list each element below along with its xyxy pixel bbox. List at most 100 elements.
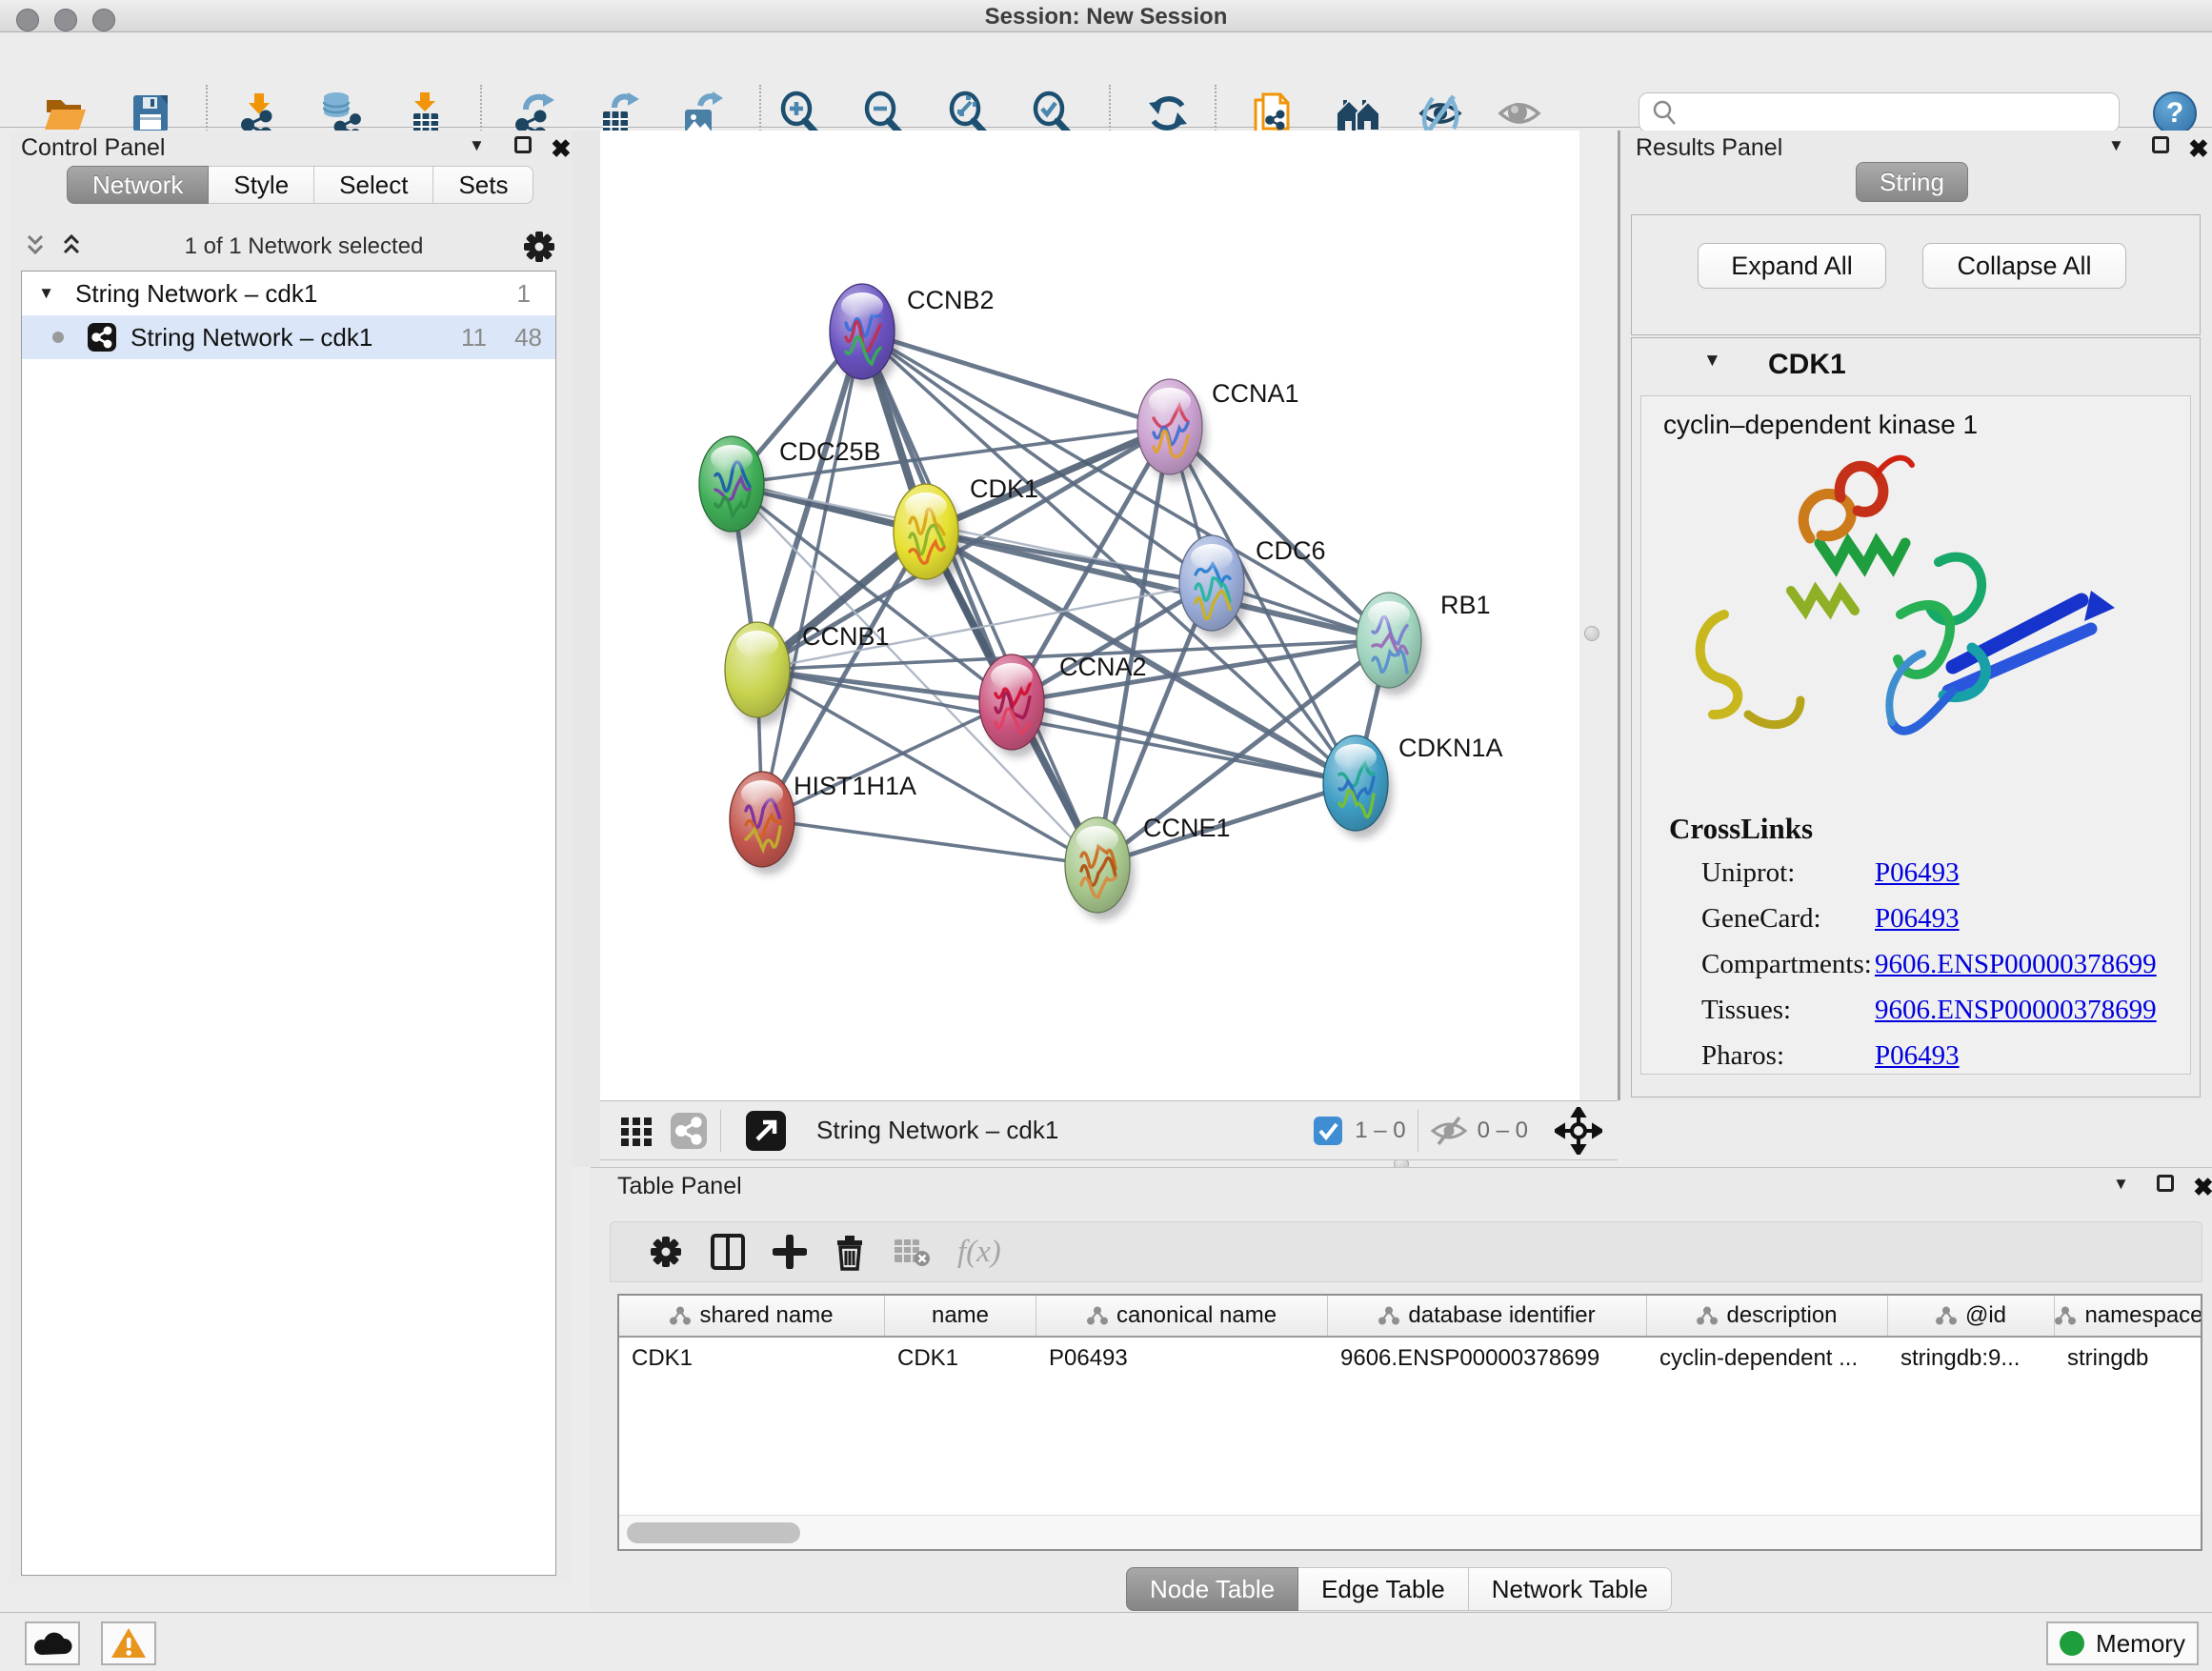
network-row-selected[interactable]: String Network – cdk1 11 48	[22, 315, 555, 359]
string-app-icon	[87, 322, 117, 352]
tab-network-table[interactable]: Network Table	[1469, 1567, 1672, 1611]
application-window: Session: New Session	[0, 0, 2212, 1671]
table-row[interactable]: CDK1CDK1P064939606.ENSP00000378699cyclin…	[619, 1338, 2201, 1379]
table-panel-title: Table Panel	[617, 1173, 742, 1200]
splitter-handle-icon[interactable]	[1584, 626, 1599, 641]
tab-string[interactable]: String	[1856, 162, 1968, 202]
network-collection-count: 1	[517, 279, 531, 309]
selected-checkbox-icon[interactable]	[1313, 1116, 1343, 1146]
crosslink-value-link[interactable]: 9606.ENSP00000378699	[1875, 949, 2157, 995]
node-label-CCNA2: CCNA2	[1059, 653, 1147, 681]
crosslink-value-link[interactable]: P06493	[1875, 903, 1960, 949]
horizontal-scrollbar[interactable]	[619, 1515, 2201, 1549]
tab-sets[interactable]: Sets	[433, 166, 533, 204]
tab-network[interactable]: Network	[67, 166, 209, 204]
results-panel-title: Results Panel	[1636, 134, 1782, 162]
function-builder-icon: f(x)	[957, 1235, 1001, 1270]
crosslink-label: Pharos:	[1701, 1040, 1875, 1086]
collapse-all-chevron-icon[interactable]	[21, 231, 50, 263]
network-node-HIST1H1A[interactable]	[730, 772, 799, 875]
node-label-CCNE1: CCNE1	[1143, 814, 1231, 842]
table-cell: CDK1	[619, 1338, 885, 1379]
network-canvas[interactable]: CCNB2CCNA1CDC25BCDK1CDC6RB1CCNB1CCNA2CDK…	[600, 131, 1579, 1100]
delete-trash-icon[interactable]	[834, 1233, 866, 1271]
network-row-label: String Network – cdk1	[131, 323, 461, 352]
network-node-CDKN1A[interactable]	[1323, 735, 1393, 838]
table-cell: stringdb:9...	[1888, 1338, 2055, 1379]
network-edge-count: 48	[487, 323, 542, 352]
network-node-CCNB2[interactable]	[830, 284, 899, 387]
crosslink-value-link[interactable]: 9606.ENSP00000378699	[1875, 995, 2157, 1040]
left-splitter[interactable]	[572, 131, 600, 1167]
panel-menu-icon[interactable]: ▼	[2113, 1175, 2129, 1194]
crosslink-value-link[interactable]: P06493	[1875, 1040, 1960, 1086]
warning-button[interactable]	[101, 1621, 156, 1665]
column-header-namespace[interactable]: namespace	[2055, 1296, 2202, 1336]
node-label-HIST1H1A: HIST1H1A	[794, 772, 916, 800]
tab-style[interactable]: Style	[209, 166, 314, 204]
add-column-icon[interactable]	[710, 1233, 746, 1271]
search-icon	[1651, 98, 1679, 127]
share-view-icon[interactable]	[669, 1111, 709, 1151]
memory-button[interactable]: Memory	[2046, 1621, 2199, 1665]
tab-node-table[interactable]: Node Table	[1126, 1567, 1298, 1611]
warning-icon	[110, 1626, 148, 1661]
collapse-all-button[interactable]: Collapse All	[1922, 243, 2126, 289]
open-in-new-window-icon[interactable]	[744, 1109, 788, 1153]
network-tree: ▼ String Network – cdk1 1 String Network…	[21, 271, 556, 1576]
table-header-row: shared namenamecanonical namedatabase id…	[619, 1296, 2201, 1338]
column-header-database-identifier[interactable]: database identifier	[1328, 1296, 1647, 1336]
float-panel-icon[interactable]	[2152, 136, 2169, 153]
node-label-CCNB2: CCNB2	[907, 286, 995, 314]
protein-structure-image	[1658, 448, 2162, 800]
gear-icon[interactable]	[649, 1235, 683, 1269]
close-panel-icon[interactable]: ✖	[2188, 134, 2209, 164]
network-node-CCNE1[interactable]	[1065, 817, 1135, 920]
network-node-CCNA2[interactable]	[979, 654, 1049, 757]
crosslink-value-link[interactable]: P06493	[1875, 857, 1960, 903]
column-header--id[interactable]: @id	[1888, 1296, 2055, 1336]
gear-icon[interactable]	[522, 230, 556, 264]
table-cell: CDK1	[885, 1338, 1036, 1379]
crosslink-row: GeneCard:P06493	[1701, 903, 2178, 949]
network-collection-row[interactable]: ▼ String Network – cdk1 1	[22, 272, 555, 315]
right-splitter[interactable]	[1579, 131, 1619, 1100]
expand-all-chevron-icon[interactable]	[57, 231, 86, 263]
protein-name: CDK1	[1768, 349, 1846, 381]
current-network-dot-icon	[52, 332, 64, 343]
tab-edge-table[interactable]: Edge Table	[1298, 1567, 1469, 1611]
column-header-description[interactable]: description	[1647, 1296, 1888, 1336]
table-cell: 9606.ENSP00000378699	[1328, 1338, 1647, 1379]
node-label-CDKN1A: CDKN1A	[1398, 734, 1503, 762]
float-panel-icon[interactable]	[514, 136, 532, 153]
fit-content-crosshair-icon[interactable]	[1555, 1107, 1602, 1155]
close-panel-icon[interactable]: ✖	[2193, 1173, 2212, 1202]
network-node-RB1[interactable]	[1357, 593, 1426, 695]
panel-menu-icon[interactable]: ▼	[2108, 136, 2124, 155]
crosslink-label: Tissues:	[1701, 995, 1875, 1040]
collapse-triangle-icon[interactable]: ▼	[1703, 351, 1721, 372]
tab-select[interactable]: Select	[314, 166, 433, 204]
close-panel-icon[interactable]: ✖	[551, 134, 572, 164]
column-header-name[interactable]: name	[885, 1296, 1036, 1336]
node-label-CDC25B: CDC25B	[779, 437, 881, 466]
birds-eye-grid-icon[interactable]	[617, 1112, 655, 1150]
column-header-canonical-name[interactable]: canonical name	[1036, 1296, 1328, 1336]
status-bar: Memory	[0, 1612, 2212, 1671]
window-title: Session: New Session	[0, 4, 2212, 30]
column-header-shared-name[interactable]: shared name	[619, 1296, 885, 1336]
help-icon[interactable]: ?	[2153, 91, 2197, 135]
crosslinks-title: CrossLinks	[1669, 812, 1813, 846]
node-label-CDC6: CDC6	[1256, 536, 1326, 565]
add-row-plus-icon[interactable]	[773, 1235, 807, 1269]
cloud-button[interactable]	[25, 1621, 80, 1665]
network-graph[interactable]: CCNB2CCNA1CDC25BCDK1CDC6RB1CCNB1CCNA2CDK…	[600, 131, 1579, 1100]
panel-menu-icon[interactable]: ▼	[469, 136, 485, 155]
protein-description: cyclin–dependent kinase 1	[1663, 410, 1978, 440]
float-panel-icon[interactable]	[2157, 1175, 2174, 1192]
search-input[interactable]	[1687, 95, 2119, 130]
collapse-triangle-icon[interactable]: ▼	[22, 284, 54, 303]
expand-all-button[interactable]: Expand All	[1698, 243, 1886, 289]
network-node-CCNB1[interactable]	[725, 622, 794, 725]
scrollbar-thumb[interactable]	[627, 1522, 800, 1543]
